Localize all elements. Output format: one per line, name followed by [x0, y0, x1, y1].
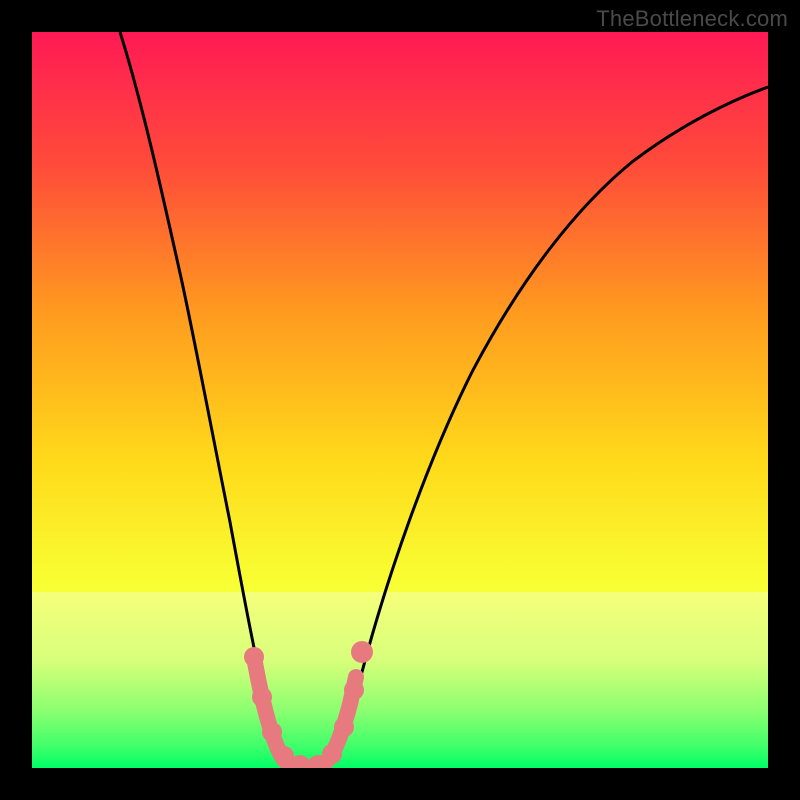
watermark-text: TheBottleneck.com — [596, 6, 788, 32]
chart-svg — [32, 32, 768, 768]
plot-area — [32, 32, 768, 768]
chart-frame: TheBottleneck.com — [0, 0, 800, 800]
green-band — [32, 592, 768, 768]
